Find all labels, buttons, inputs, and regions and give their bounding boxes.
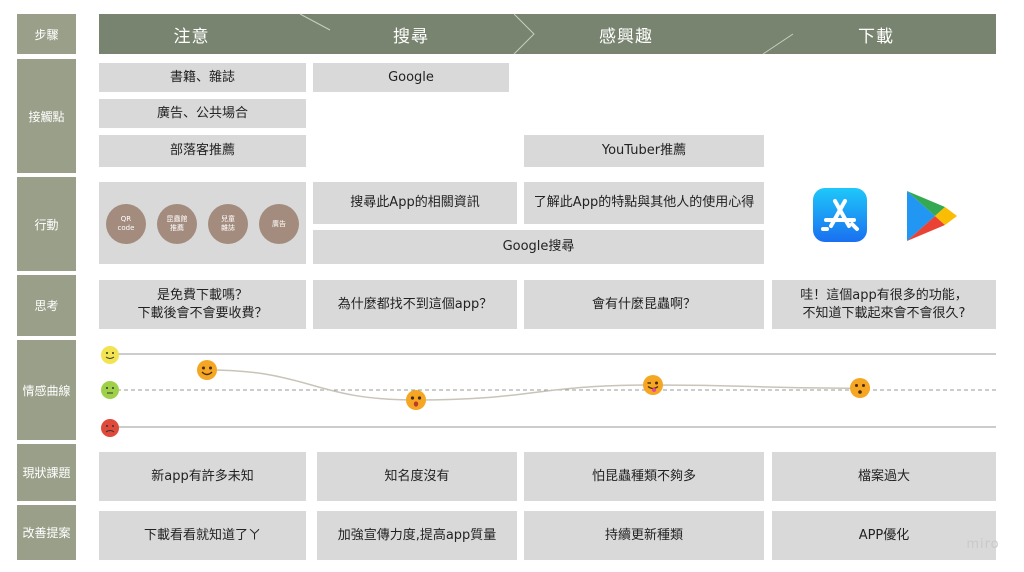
neutral-face-icon <box>101 381 119 399</box>
happy-face-icon <box>101 346 119 364</box>
whistle-emoji-icon <box>850 378 870 399</box>
sad-face-icon <box>101 419 119 437</box>
smile-emoji-icon <box>197 360 217 381</box>
issue-download: 檔案過大 <box>772 452 996 501</box>
issue-interest: 怕昆蟲種類不夠多 <box>524 452 764 501</box>
wink-tongue-emoji-icon <box>643 375 663 395</box>
surprised-emoji-icon <box>406 389 426 410</box>
miro-watermark: miro <box>966 536 1000 552</box>
improvement-attention: 下載看看就知道了ㄚ <box>99 511 306 560</box>
issue-attention: 新app有許多未知 <box>99 452 306 501</box>
improvement-interest: 持續更新種類 <box>524 511 764 560</box>
issue-search: 知名度沒有 <box>317 452 517 501</box>
emotion-curve-line <box>206 369 861 401</box>
improvement-search: 加強宣傳力度,提高app質量 <box>317 511 517 560</box>
